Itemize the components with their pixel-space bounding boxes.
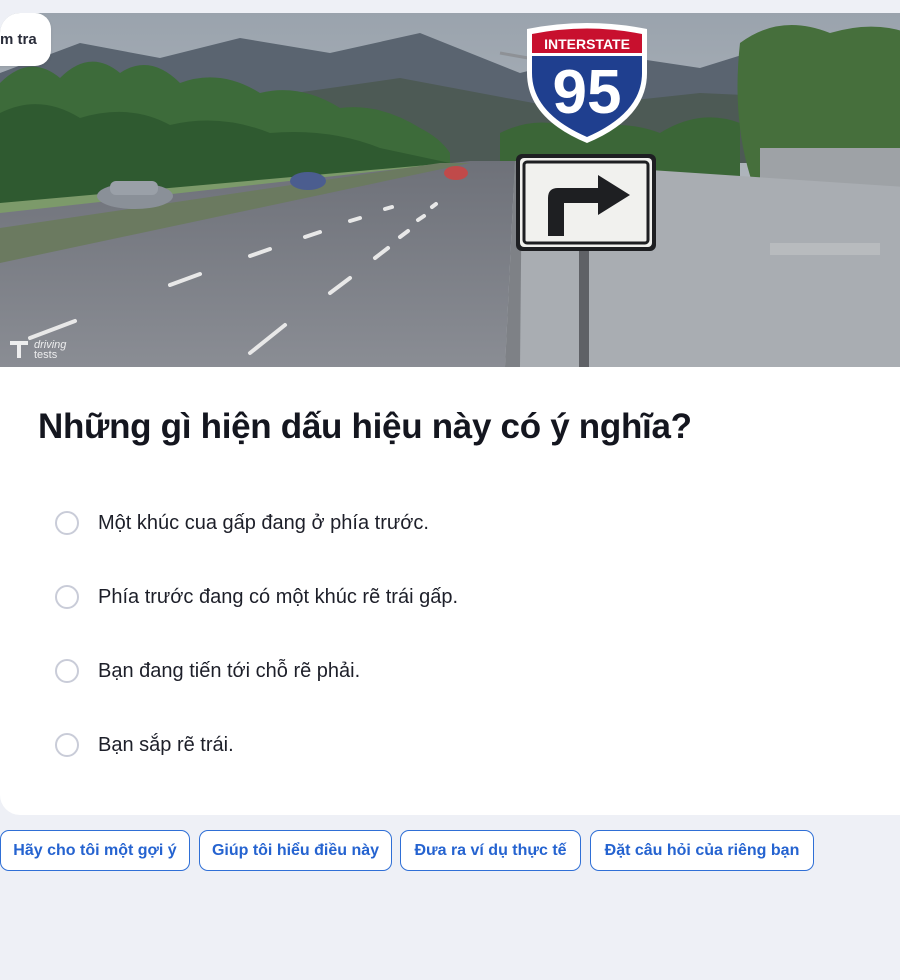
ask-own-question-button[interactable]: Đặt câu hỏi của riêng bạn xyxy=(590,830,814,871)
mode-tag: m tra xyxy=(0,13,51,66)
radio-button[interactable] xyxy=(55,659,79,683)
explain-button[interactable]: Giúp tôi hiểu điều này xyxy=(199,830,392,871)
answer-option-3[interactable]: Bạn đang tiến tới chỗ rẽ phải. xyxy=(55,656,360,686)
radio-button[interactable] xyxy=(55,511,79,535)
answer-label: Bạn đang tiến tới chỗ rẽ phải. xyxy=(98,659,361,682)
real-example-button[interactable]: Đưa ra ví dụ thực tế xyxy=(400,830,581,871)
answer-label: Một khúc cua gấp đang ở phía trước. xyxy=(98,511,429,534)
question-card: INTERSTATE 95 driving tests m tra Những … xyxy=(0,13,900,815)
answer-label: Bạn sắp rẽ trái. xyxy=(98,733,234,756)
answer-option-1[interactable]: Một khúc cua gấp đang ở phía trước. xyxy=(55,508,429,538)
answer-label: Phía trước đang có một khúc rẽ trái gấp. xyxy=(98,585,459,608)
question-image: INTERSTATE 95 driving tests xyxy=(0,13,900,367)
sign-number: 95 xyxy=(553,58,622,127)
radio-button[interactable] xyxy=(55,733,79,757)
question-title: Những gì hiện dấu hiệu này có ý nghĩa? xyxy=(38,407,692,446)
sign-top-text: INTERSTATE xyxy=(544,36,630,52)
answer-option-2[interactable]: Phía trước đang có một khúc rẽ trái gấp. xyxy=(55,582,458,612)
hint-button[interactable]: Hãy cho tôi một gợi ý xyxy=(0,830,190,871)
radio-button[interactable] xyxy=(55,585,79,609)
watermark-text-2: tests xyxy=(34,349,58,361)
answer-option-4[interactable]: Bạn sắp rẽ trái. xyxy=(55,730,234,760)
